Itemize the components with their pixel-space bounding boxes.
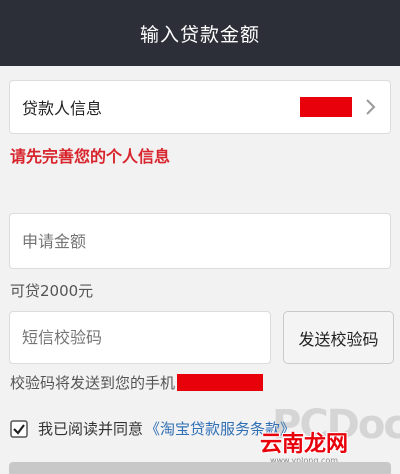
app-header: 输入贷款金额 [0, 0, 400, 66]
sms-hint: 校验码将发送到您的手机 [10, 372, 264, 393]
agreement-text: 我已阅读并同意 [38, 420, 144, 438]
checkbox-checked-icon[interactable] [10, 419, 28, 438]
borrower-info-row[interactable]: 贷款人信息 [9, 80, 391, 134]
sms-code-input[interactable] [22, 328, 258, 347]
sms-hint-text: 校验码将发送到您的手机 [10, 374, 176, 392]
page-title: 输入贷款金额 [139, 23, 260, 46]
loan-amount-input[interactable] [22, 231, 378, 251]
send-code-button[interactable]: 发送校验码 [283, 311, 394, 364]
chevron-right-icon [366, 99, 376, 115]
sms-code-field[interactable] [9, 311, 271, 364]
site-name: 云南龙网 [260, 432, 349, 457]
site-watermark: 云南龙网 www.ynlong.com [260, 426, 348, 465]
available-credit-text: 可贷2000元 [10, 282, 94, 300]
borrower-info-label: 贷款人信息 [22, 99, 103, 118]
next-step-button[interactable] [9, 462, 391, 474]
agreement-row: 我已阅读并同意 《淘宝贷款服务条款》 [10, 418, 295, 439]
error-message: 请先完善您的个人信息 [10, 147, 171, 166]
loan-amount-field[interactable] [9, 213, 391, 269]
redacted-borrower-name [300, 97, 352, 117]
redacted-phone-number [177, 374, 264, 391]
